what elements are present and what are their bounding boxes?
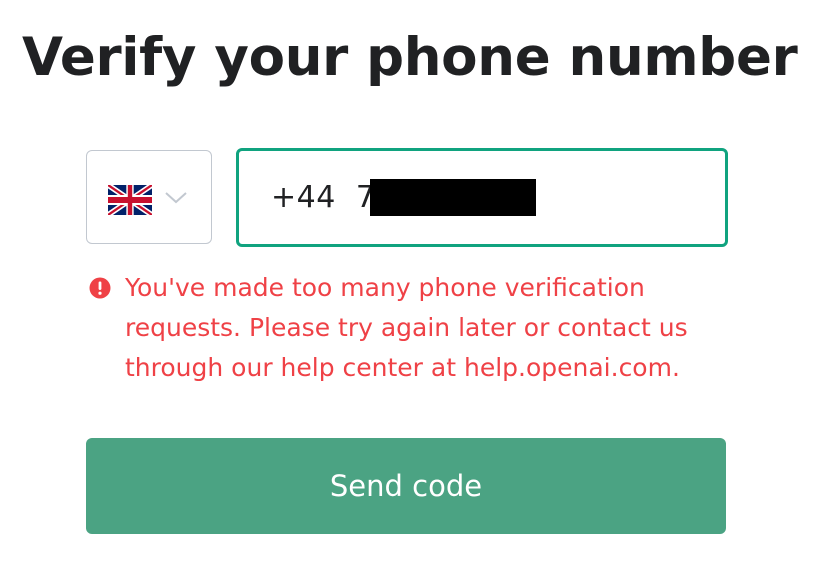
redaction-bar: [370, 179, 536, 216]
send-code-button[interactable]: Send code: [86, 438, 726, 534]
error-line: through our help center at help.openai.c…: [125, 353, 680, 382]
phone-number-input[interactable]: +44 7: [236, 148, 728, 247]
chevron-down-icon: [163, 187, 189, 207]
phone-number-value: +44 7: [271, 180, 376, 215]
error-message: You've made too many phone verification …: [125, 268, 745, 388]
country-code-select[interactable]: [86, 150, 212, 244]
exclamation-circle-icon: [89, 277, 111, 299]
uk-flag-icon: [108, 185, 152, 215]
error-line: You've made too many phone verification: [125, 273, 645, 302]
error-line: requests. Please try again later or cont…: [125, 313, 688, 342]
page-title: Verify your phone number: [22, 27, 798, 88]
